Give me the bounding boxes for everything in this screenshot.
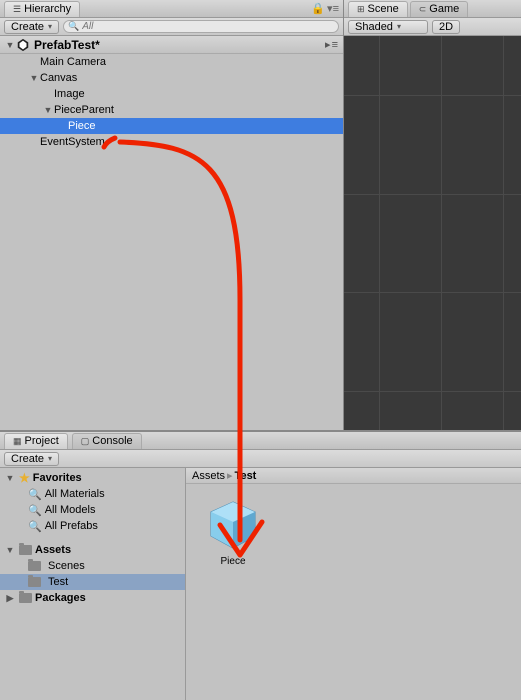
project-create-button[interactable]: Create bbox=[4, 452, 59, 466]
hierarchy-item-label: EventSystem bbox=[40, 136, 105, 148]
scene-menu-icon[interactable]: ▸≡ bbox=[325, 38, 339, 51]
hierarchy-item-main-camera[interactable]: Main Camera bbox=[0, 54, 343, 70]
hierarchy-item-label: Piece bbox=[68, 120, 96, 132]
favorite-label: All Materials bbox=[45, 488, 105, 500]
chevron-right-icon: ▸ bbox=[227, 469, 233, 482]
packages-header[interactable]: ▶ Packages bbox=[0, 590, 185, 606]
foldout-icon[interactable]: ▼ bbox=[28, 73, 40, 83]
favorite-all-models[interactable]: 🔍All Models bbox=[0, 502, 185, 518]
search-input[interactable] bbox=[82, 21, 334, 32]
panel-menu-icon: ▾≡ bbox=[327, 2, 339, 15]
game-icon: ⊂ bbox=[419, 4, 427, 15]
hierarchy-tab[interactable]: ☰ Hierarchy bbox=[4, 1, 80, 17]
favorite-all-prefabs[interactable]: 🔍All Prefabs bbox=[0, 518, 185, 534]
scene-toolbar: Shaded 2D bbox=[344, 18, 521, 36]
asset-label: Piece bbox=[220, 556, 245, 567]
hierarchy-tab-bar: ☰ Hierarchy 🔒 ▾≡ bbox=[0, 0, 343, 18]
asset-grid[interactable]: Piece bbox=[186, 484, 521, 700]
unity-logo-icon bbox=[16, 38, 30, 52]
prefab-cube-icon bbox=[205, 496, 261, 552]
favorite-all-materials[interactable]: 🔍All Materials bbox=[0, 486, 185, 502]
hierarchy-tree: Main Camera▼CanvasImage▼PieceParentPiece… bbox=[0, 54, 343, 430]
folder-test[interactable]: Test bbox=[0, 574, 185, 590]
favorites-header[interactable]: ▼ ★ Favorites bbox=[0, 470, 185, 486]
scene-viewport[interactable] bbox=[344, 36, 521, 430]
hierarchy-tab-label: Hierarchy bbox=[24, 3, 71, 15]
breadcrumb-current[interactable]: Test bbox=[235, 470, 257, 482]
game-tab-label: Game bbox=[429, 3, 459, 15]
folder-label: Test bbox=[48, 576, 68, 588]
search-icon: 🔍 bbox=[28, 520, 42, 533]
breadcrumb: Assets ▸ Test bbox=[186, 468, 521, 484]
folder-icon bbox=[28, 577, 41, 587]
hierarchy-item-label: PieceParent bbox=[54, 104, 114, 116]
hierarchy-toolbar: Create 🔍 bbox=[0, 18, 343, 36]
hierarchy-item-label: Image bbox=[54, 88, 85, 100]
favorite-label: All Models bbox=[45, 504, 96, 516]
project-folder-tree: ▼ ★ Favorites 🔍All Materials🔍All Models🔍… bbox=[0, 468, 186, 700]
project-tab-label: Project bbox=[25, 435, 59, 447]
project-icon: ▦ bbox=[13, 436, 22, 447]
hierarchy-item-label: Canvas bbox=[40, 72, 77, 84]
assets-header[interactable]: ▼ Assets bbox=[0, 542, 185, 558]
scene-tab[interactable]: ⊞ Scene bbox=[348, 1, 408, 17]
create-button[interactable]: Create bbox=[4, 20, 59, 34]
star-icon: ★ bbox=[19, 471, 30, 485]
project-toolbar: Create bbox=[0, 450, 521, 468]
hierarchy-item-label: Main Camera bbox=[40, 56, 106, 68]
search-icon: 🔍 bbox=[28, 504, 42, 517]
game-tab[interactable]: ⊂ Game bbox=[410, 1, 469, 17]
scene-tab-label: Scene bbox=[368, 3, 399, 15]
folder-icon bbox=[19, 545, 32, 555]
mode-2d-button[interactable]: 2D bbox=[432, 20, 460, 34]
panel-options[interactable]: 🔒 ▾≡ bbox=[311, 2, 339, 15]
folder-icon bbox=[28, 561, 41, 571]
hierarchy-item-piece[interactable]: Piece bbox=[0, 118, 343, 134]
folder-scenes[interactable]: Scenes bbox=[0, 558, 185, 574]
breadcrumb-root[interactable]: Assets bbox=[192, 470, 225, 482]
favorite-label: All Prefabs bbox=[45, 520, 98, 532]
search-icon: 🔍 bbox=[68, 21, 79, 32]
hierarchy-item-eventsystem[interactable]: EventSystem bbox=[0, 134, 343, 150]
foldout-icon[interactable]: ▼ bbox=[42, 105, 54, 115]
console-icon: ▢ bbox=[81, 436, 90, 447]
console-tab[interactable]: ▢ Console bbox=[72, 433, 142, 449]
scene-name: PrefabTest* bbox=[34, 38, 100, 52]
folder-icon bbox=[19, 593, 32, 603]
lock-icon: 🔒 bbox=[311, 2, 325, 15]
hierarchy-item-pieceparent[interactable]: ▼PieceParent bbox=[0, 102, 343, 118]
scene-tab-bar: ⊞ Scene ⊂ Game bbox=[344, 0, 521, 18]
hierarchy-icon: ☰ bbox=[13, 4, 21, 15]
project-tab[interactable]: ▦ Project bbox=[4, 433, 68, 449]
hierarchy-item-canvas[interactable]: ▼Canvas bbox=[0, 70, 343, 86]
folder-label: Scenes bbox=[48, 560, 85, 572]
scene-header-row[interactable]: ▼ PrefabTest* ▸≡ bbox=[0, 36, 343, 54]
project-tab-bar: ▦ Project ▢ Console bbox=[0, 432, 521, 450]
asset-item-piece[interactable]: Piece bbox=[198, 496, 268, 567]
search-icon: 🔍 bbox=[28, 488, 42, 501]
scene-foldout[interactable]: ▼ bbox=[4, 40, 16, 50]
shading-mode-dropdown[interactable]: Shaded bbox=[348, 20, 428, 34]
console-tab-label: Console bbox=[92, 435, 132, 447]
hierarchy-item-image[interactable]: Image bbox=[0, 86, 343, 102]
hierarchy-search[interactable]: 🔍 bbox=[63, 20, 339, 33]
scene-icon: ⊞ bbox=[357, 4, 365, 15]
